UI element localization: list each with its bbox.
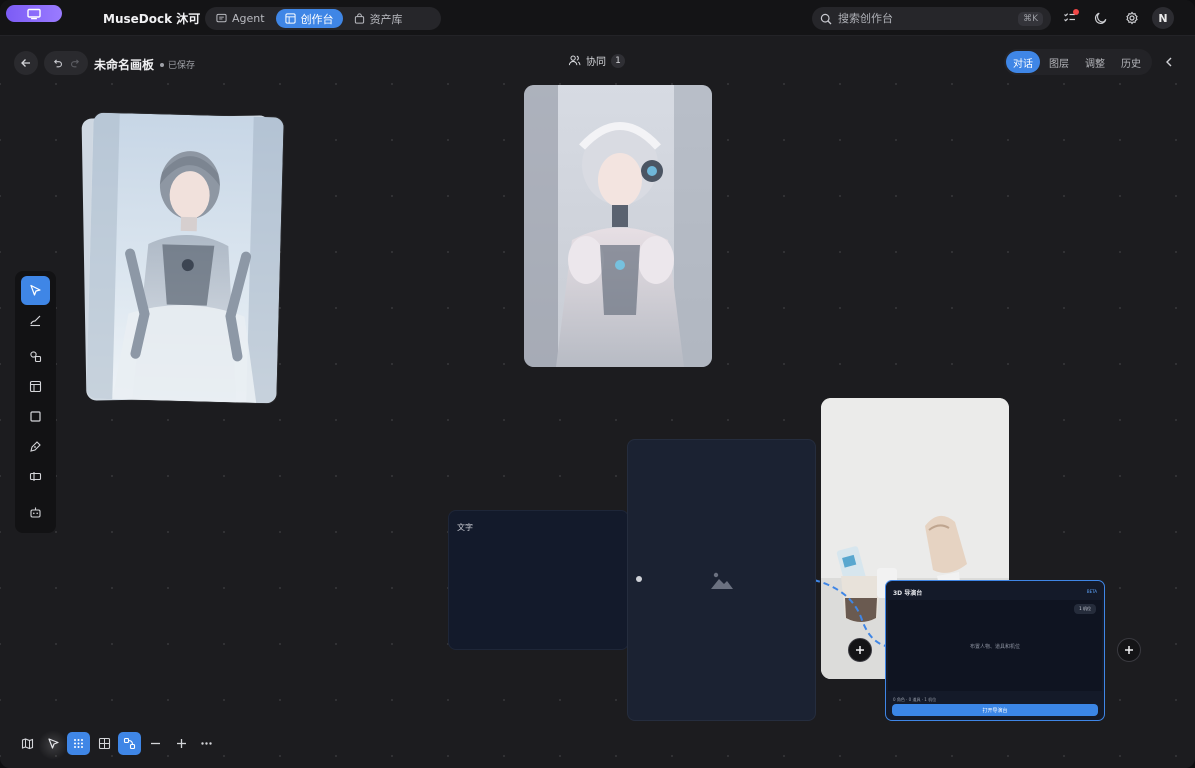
pointer-icon [48, 738, 59, 749]
back-button[interactable] [14, 51, 38, 75]
pointer-mode-button[interactable] [42, 732, 65, 755]
brush-icon [30, 315, 41, 327]
save-status-text: 已保存 [168, 61, 196, 71]
search-shortcut: ⌘K [1018, 11, 1043, 26]
search-icon [820, 13, 832, 24]
pen-tool[interactable] [21, 432, 50, 461]
search-input[interactable] [838, 12, 1013, 25]
bag-icon [354, 13, 364, 24]
text-tool[interactable] [21, 462, 50, 491]
beta-badge: BETA [1086, 589, 1097, 594]
plus-icon [177, 739, 186, 748]
brush-tool[interactable] [21, 306, 50, 335]
top-bar: MuseDock 沐可 Agent 创作台 资产库 ⌘K [0, 0, 1195, 36]
left-toolbar [15, 271, 56, 533]
dot-grid-icon [74, 739, 83, 748]
open-stage-button[interactable]: 打开导演台 [892, 704, 1098, 716]
collab-label: 协同 [586, 57, 606, 68]
square-icon [30, 411, 41, 422]
map-icon [21, 738, 34, 750]
document-title[interactable]: 未命名画板 [94, 56, 154, 73]
frame-tool[interactable] [21, 402, 50, 431]
director-stage-node[interactable]: 3D 导演台 BETA 1 机位 布置人物、道具和机位 0 角色 · 0 道具 … [885, 580, 1105, 721]
robot-icon [30, 507, 41, 518]
add-node-button[interactable] [848, 638, 872, 662]
app-logo[interactable] [6, 5, 62, 22]
cursor-icon [30, 284, 41, 296]
status-dot [160, 62, 164, 67]
plus-icon [856, 646, 864, 654]
minimap-button[interactable] [16, 732, 39, 755]
tab-label: 资产库 [369, 12, 403, 26]
connection-port[interactable] [636, 576, 642, 582]
collaboration-button[interactable]: 协同 1 [568, 53, 625, 68]
text-node-label: 文字 [457, 523, 473, 532]
image-placeholder-node[interactable] [627, 439, 816, 721]
image-content [86, 112, 284, 404]
main-nav: Agent 创作台 资产库 [205, 7, 441, 30]
shapes-icon [30, 351, 42, 363]
tab-assets[interactable]: 资产库 [345, 9, 412, 28]
tasks-button[interactable] [1061, 9, 1079, 27]
image-icon [710, 572, 733, 589]
app-window: MuseDock 沐可 Agent 创作台 资产库 ⌘K [0, 0, 1195, 768]
tab-agent[interactable]: Agent [207, 9, 274, 28]
stage-stats: 0 角色 · 0 道具 · 1 机位 [893, 697, 937, 702]
stage-title: 3D 导演台 [893, 590, 923, 597]
settings-button[interactable] [1123, 9, 1141, 27]
chevron-left-icon[interactable] [1162, 55, 1176, 69]
layout-icon [29, 380, 42, 393]
dot-grid-toggle[interactable] [67, 732, 90, 755]
search-box[interactable]: ⌘K [812, 7, 1051, 30]
redo-icon[interactable] [70, 58, 81, 69]
monitor-icon [27, 8, 41, 19]
grid-toggle[interactable] [93, 732, 116, 755]
more-button[interactable] [195, 732, 218, 755]
avatar[interactable]: N [1152, 7, 1174, 29]
minus-icon [151, 742, 160, 745]
tab-adjust[interactable]: 调整 [1078, 51, 1112, 73]
stage-hint: 布置人物、道具和机位 [969, 644, 1020, 650]
pen-icon [30, 441, 41, 452]
image-card-cyborg-girl-2[interactable] [524, 85, 712, 367]
tab-chat[interactable]: 对话 [1006, 51, 1040, 73]
brand-name: MuseDock 沐可 [103, 12, 201, 26]
undo-icon[interactable] [52, 58, 63, 69]
plus-icon [1125, 646, 1133, 654]
arrow-left-icon [21, 59, 30, 67]
grid-icon [98, 737, 111, 750]
tab-label: 创作台 [300, 12, 334, 26]
tab-layers[interactable]: 图层 [1042, 51, 1076, 73]
tab-history[interactable]: 历史 [1114, 51, 1148, 73]
more-icon [201, 742, 212, 745]
theme-toggle[interactable] [1092, 9, 1110, 27]
bot-tool[interactable] [21, 498, 50, 527]
notification-dot [1073, 9, 1079, 15]
zoom-out-button[interactable] [144, 732, 167, 755]
tab-label: Agent [232, 12, 265, 25]
zoom-in-button[interactable] [170, 732, 193, 755]
moon-icon [1094, 12, 1107, 24]
undo-redo-group [44, 51, 88, 75]
select-tool[interactable] [21, 276, 50, 305]
image-content [524, 85, 712, 367]
connect-icon [123, 737, 136, 750]
gear-icon [1126, 11, 1138, 25]
connect-toggle[interactable] [118, 732, 141, 755]
chat-icon [216, 13, 227, 23]
save-status: 已保存 [160, 58, 195, 71]
shapes-tool[interactable] [21, 342, 50, 371]
text-node[interactable]: 文字 [448, 510, 629, 650]
users-icon [568, 55, 581, 66]
collab-count: 1 [611, 53, 625, 68]
right-panel-tabs: 对话 图层 调整 历史 [1004, 49, 1152, 75]
tab-studio[interactable]: 创作台 [275, 9, 343, 28]
layout-tool[interactable] [21, 372, 50, 401]
text-cursor-icon [29, 472, 42, 481]
camera-count-badge: 1 机位 [1074, 604, 1096, 614]
image-card-cyborg-girl-1[interactable] [86, 112, 284, 404]
add-node-button-right[interactable] [1117, 638, 1141, 662]
layout-icon [284, 13, 296, 24]
